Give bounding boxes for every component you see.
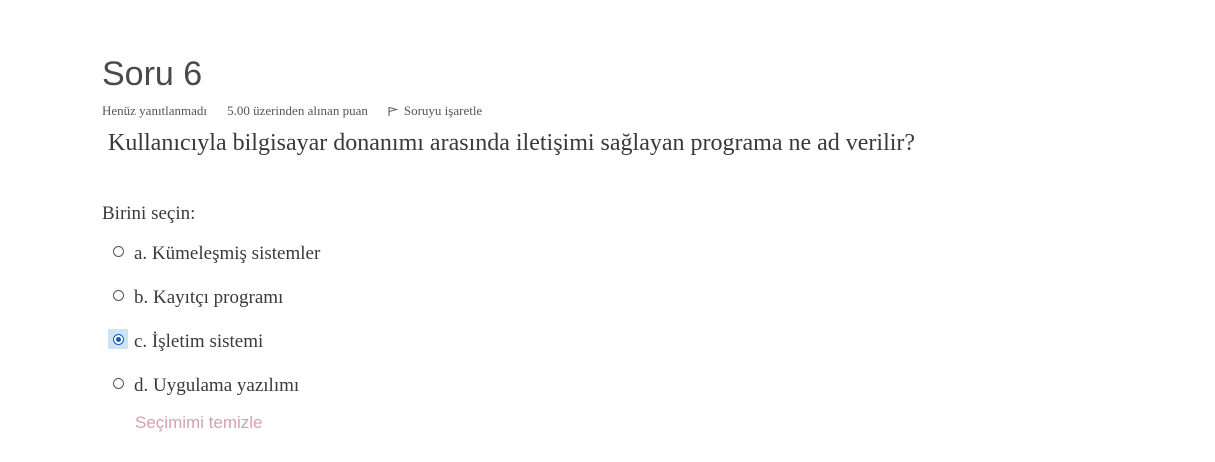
question-grade: 5.00 üzerinden alınan puan — [227, 103, 368, 118]
answer-option-d[interactable]: d. Uygulama yazılımı — [108, 364, 320, 408]
answer-radio-b[interactable] — [112, 289, 124, 301]
radio-wrap-b — [108, 285, 128, 305]
question-info: Henüz yanıtlanmadı 5.00 üzerinden alınan… — [102, 103, 482, 119]
answer-label-d: d. Uygulama yazılımı — [134, 375, 300, 396]
answer-option-b[interactable]: b. Kayıtçı programı — [108, 276, 320, 320]
answer-label-a: a. Kümeleşmiş sistemler — [134, 243, 321, 264]
clear-choice-link[interactable]: Seçimimi temizle — [135, 413, 263, 433]
radio-wrap-a — [108, 241, 128, 261]
radio-wrap-c — [108, 329, 128, 349]
question-text: Kullanıcıyla bilgisayar donanımı arasınd… — [108, 130, 916, 156]
answer-radio-d[interactable] — [112, 377, 124, 389]
answer-label-c: c. İşletim sistemi — [134, 331, 264, 352]
answer-radio-a[interactable] — [112, 245, 124, 257]
answer-label-b: b. Kayıtçı programı — [134, 287, 284, 308]
answer-radio-c[interactable] — [112, 333, 124, 345]
flag-question-button[interactable]: Soruyu işaretle — [388, 103, 482, 119]
radio-wrap-d — [108, 373, 128, 393]
question-title: Soru 6 — [102, 55, 203, 93]
flag-icon — [388, 106, 398, 116]
answer-option-a[interactable]: a. Kümeleşmiş sistemler — [108, 232, 320, 276]
answer-prompt: Birini seçin: — [102, 203, 196, 224]
answer-option-c[interactable]: c. İşletim sistemi — [108, 320, 320, 364]
flag-question-label: Soruyu işaretle — [403, 103, 483, 118]
question-state: Henüz yanıtlanmadı — [102, 103, 208, 118]
answer-list: a. Kümeleşmiş sistemler b. Kayıtçı progr… — [108, 232, 320, 408]
